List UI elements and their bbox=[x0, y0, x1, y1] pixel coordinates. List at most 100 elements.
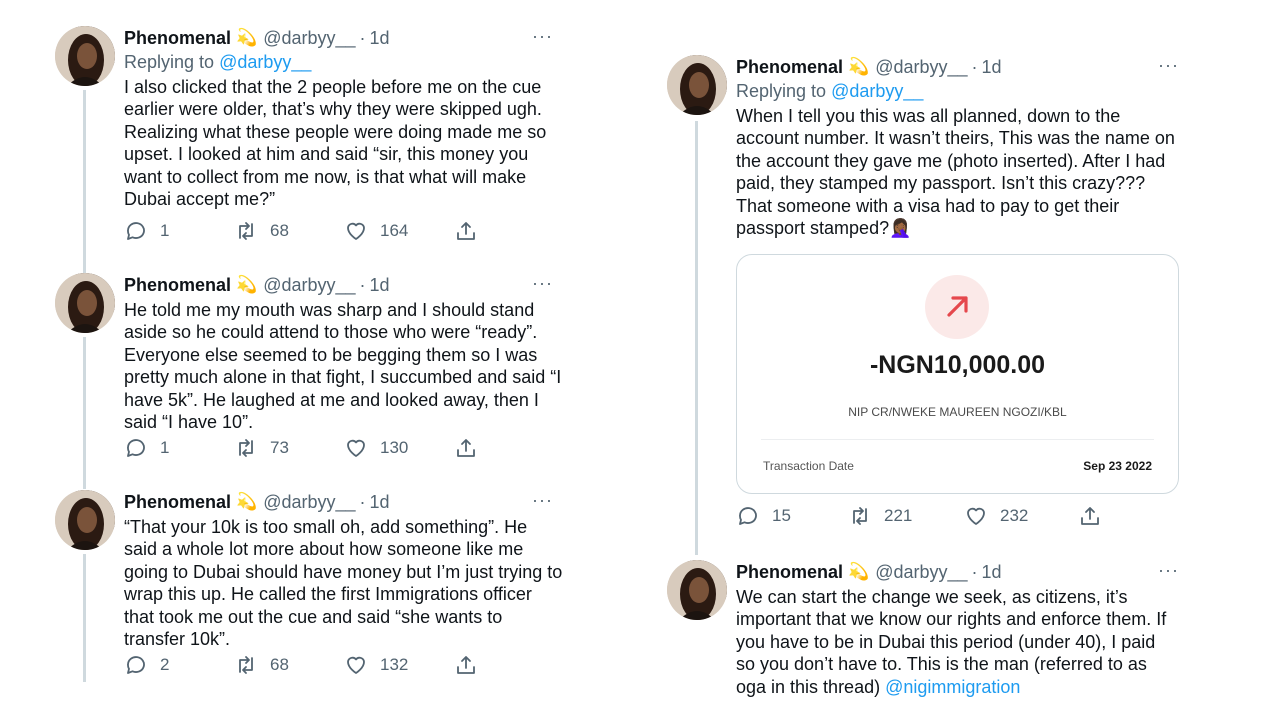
transaction-receipt-card[interactable]: -NGN10,000.00 NIP CR/NWEKE MAUREEN NGOZI… bbox=[736, 254, 1179, 494]
like-count: 132 bbox=[380, 655, 409, 674]
tweet-4[interactable]: Phenomenal 💫 @darbyy__ · 1d ··· Replying… bbox=[667, 55, 1187, 555]
display-name[interactable]: Phenomenal bbox=[124, 28, 231, 49]
sparkle-emoji: 💫 bbox=[236, 492, 258, 511]
thread-line bbox=[695, 121, 698, 555]
reply-button[interactable]: 1 bbox=[124, 435, 234, 461]
retweet-count: 73 bbox=[270, 438, 289, 457]
share-button[interactable] bbox=[454, 652, 490, 678]
tweet-header: Phenomenal 💫 @darbyy__ · 1d bbox=[736, 55, 1179, 79]
tweet-actions: 1 68 164 bbox=[124, 218, 565, 244]
reply-icon bbox=[127, 222, 145, 240]
like-count: 232 bbox=[1000, 506, 1029, 525]
tweet-actions: 15 221 232 bbox=[736, 503, 1179, 529]
tweet-text: When I tell you this was all planned, do… bbox=[736, 106, 1175, 239]
timestamp[interactable]: 1d bbox=[370, 28, 390, 49]
more-options-icon[interactable]: ··· bbox=[532, 273, 553, 294]
retweet-count: 68 bbox=[270, 655, 289, 674]
card-divider bbox=[761, 439, 1154, 440]
reply-count: 1 bbox=[160, 221, 170, 240]
outgoing-arrow-badge bbox=[925, 275, 989, 339]
like-count: 130 bbox=[380, 438, 409, 457]
retweet-icon bbox=[239, 656, 253, 674]
retweet-button[interactable]: 68 bbox=[234, 652, 344, 678]
reply-button[interactable]: 15 bbox=[736, 503, 848, 529]
replying-to-label: Replying to bbox=[124, 52, 220, 72]
tweet-1[interactable]: Phenomenal 💫 @darbyy__ · 1d ··· Replying… bbox=[55, 26, 565, 276]
tweet-header: Phenomenal 💫 @darbyy__ · 1d bbox=[124, 26, 565, 50]
user-handle[interactable]: @darbyy__ bbox=[875, 562, 967, 583]
retweet-icon bbox=[853, 507, 867, 525]
like-button[interactable]: 130 bbox=[344, 435, 454, 461]
more-options-icon[interactable]: ··· bbox=[532, 26, 553, 47]
sparkle-emoji: 💫 bbox=[848, 562, 870, 581]
replying-to-mention[interactable]: @darbyy__ bbox=[831, 81, 923, 101]
reply-count: 2 bbox=[160, 655, 170, 674]
retweet-count: 221 bbox=[884, 506, 913, 525]
reply-count: 15 bbox=[772, 506, 791, 525]
avatar[interactable] bbox=[55, 490, 115, 550]
tweet-header: Phenomenal 💫 @darbyy__ · 1d bbox=[736, 560, 1179, 584]
retweet-button[interactable]: 73 bbox=[234, 435, 344, 461]
user-handle[interactable]: @darbyy__ bbox=[263, 492, 355, 513]
like-button[interactable]: 232 bbox=[964, 503, 1078, 529]
display-name[interactable]: Phenomenal bbox=[736, 57, 843, 78]
share-icon bbox=[1081, 507, 1099, 525]
avatar[interactable] bbox=[667, 55, 727, 115]
user-handle[interactable]: @darbyy__ bbox=[875, 57, 967, 78]
avatar[interactable] bbox=[55, 273, 115, 333]
transaction-date-label: Transaction Date bbox=[763, 459, 854, 473]
separator-dot: · bbox=[971, 56, 978, 77]
separator-dot: · bbox=[971, 561, 978, 582]
retweet-icon bbox=[239, 439, 253, 457]
retweet-count: 68 bbox=[270, 221, 289, 240]
like-button[interactable]: 132 bbox=[344, 652, 454, 678]
mention-link[interactable]: @nigimmigration bbox=[885, 677, 1020, 697]
share-button[interactable] bbox=[454, 218, 490, 244]
tweet-text: He told me my mouth was sharp and I shou… bbox=[124, 300, 562, 433]
reply-icon bbox=[127, 439, 145, 457]
reply-icon bbox=[127, 656, 145, 674]
timestamp[interactable]: 1d bbox=[370, 492, 390, 513]
share-button[interactable] bbox=[1078, 503, 1114, 529]
more-options-icon[interactable]: ··· bbox=[1158, 560, 1179, 581]
reply-button[interactable]: 2 bbox=[124, 652, 234, 678]
share-icon bbox=[457, 439, 475, 457]
heart-icon bbox=[347, 222, 365, 240]
replying-to-mention[interactable]: @darbyy__ bbox=[219, 52, 311, 72]
avatar[interactable] bbox=[667, 560, 727, 620]
tweet-actions: 2 68 132 bbox=[124, 652, 565, 678]
separator-dot: · bbox=[359, 491, 366, 512]
tweet-2[interactable]: Phenomenal 💫 @darbyy__ · 1d ··· He told … bbox=[55, 273, 565, 489]
reply-button[interactable]: 1 bbox=[124, 218, 234, 244]
retweet-button[interactable]: 68 bbox=[234, 218, 344, 244]
avatar[interactable] bbox=[55, 26, 115, 86]
timestamp[interactable]: 1d bbox=[982, 562, 1002, 583]
tweet-3[interactable]: Phenomenal 💫 @darbyy__ · 1d ··· “That yo… bbox=[55, 490, 565, 690]
display-name[interactable]: Phenomenal bbox=[736, 562, 843, 583]
heart-icon bbox=[347, 439, 365, 457]
tweet-text: We can start the change we seek, as citi… bbox=[736, 586, 1179, 698]
replying-to-label: Replying to bbox=[736, 81, 832, 101]
timestamp[interactable]: 1d bbox=[370, 275, 390, 296]
display-name[interactable]: Phenomenal bbox=[124, 275, 231, 296]
separator-dot: · bbox=[359, 274, 366, 295]
retweet-button[interactable]: 221 bbox=[848, 503, 964, 529]
replying-to: Replying to @darbyy__ bbox=[124, 50, 565, 74]
share-button[interactable] bbox=[454, 435, 490, 461]
more-options-icon[interactable]: ··· bbox=[1158, 55, 1179, 76]
tweet-header: Phenomenal 💫 @darbyy__ · 1d bbox=[124, 273, 565, 297]
sparkle-emoji: 💫 bbox=[848, 57, 870, 76]
transaction-reference: NIP CR/NWEKE MAUREEN NGOZI/KBL bbox=[848, 405, 1067, 419]
user-handle[interactable]: @darbyy__ bbox=[263, 28, 355, 49]
tweet-5[interactable]: Phenomenal 💫 @darbyy__ · 1d ··· We can s… bbox=[667, 560, 1187, 710]
like-count: 164 bbox=[380, 221, 409, 240]
more-options-icon[interactable]: ··· bbox=[532, 490, 553, 511]
replying-to: Replying to @darbyy__ bbox=[736, 79, 1179, 103]
transaction-date-value: Sep 23 2022 bbox=[1083, 459, 1152, 473]
timestamp[interactable]: 1d bbox=[982, 57, 1002, 78]
retweet-icon bbox=[239, 222, 253, 240]
like-button[interactable]: 164 bbox=[344, 218, 454, 244]
display-name[interactable]: Phenomenal bbox=[124, 492, 231, 513]
user-handle[interactable]: @darbyy__ bbox=[263, 275, 355, 296]
thread-line bbox=[83, 554, 86, 682]
